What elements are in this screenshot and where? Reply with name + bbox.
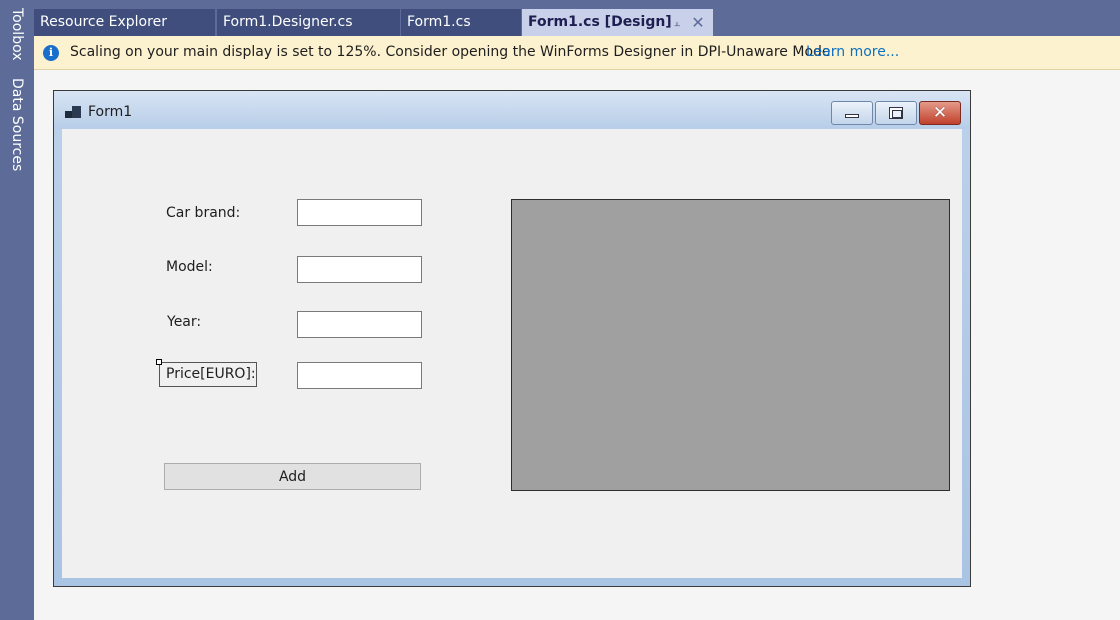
dpi-info-bar: i Scaling on your main display is set to… bbox=[34, 36, 1120, 70]
minimize-icon bbox=[845, 114, 859, 118]
info-message: Scaling on your main display is set to 1… bbox=[70, 44, 835, 60]
car-brand-label[interactable]: Car brand: bbox=[166, 205, 240, 221]
tab-form1-cs-design[interactable]: Form1.cs [Design] ⫠ ✕ bbox=[522, 9, 713, 36]
model-label[interactable]: Model: bbox=[166, 259, 213, 275]
close-icon[interactable]: ✕ bbox=[689, 9, 707, 36]
data-sources-tab[interactable]: Data Sources bbox=[3, 78, 31, 171]
form-title: Form1 bbox=[88, 104, 133, 120]
side-tool-strip: Toolbox Data Sources bbox=[0, 0, 34, 620]
tab-label: Form1.cs [Design] bbox=[528, 14, 672, 30]
car-brand-input[interactable] bbox=[297, 199, 422, 226]
model-input[interactable] bbox=[297, 256, 422, 283]
document-tab-strip: Resource Explorer Form1.Designer.cs Form… bbox=[34, 0, 1120, 36]
tab-resource-explorer[interactable]: Resource Explorer bbox=[34, 9, 215, 36]
tab-form1-cs[interactable]: Form1.cs bbox=[401, 9, 521, 36]
close-button[interactable]: ✕ bbox=[919, 101, 961, 125]
tab-label: Form1.cs bbox=[407, 14, 471, 30]
form-window[interactable]: Form1 ✕ Car brand: Model: Year: Price[EU… bbox=[53, 90, 971, 587]
add-button[interactable]: Add bbox=[164, 463, 421, 490]
year-label[interactable]: Year: bbox=[167, 314, 201, 330]
learn-more-link[interactable]: Learn more... bbox=[806, 44, 899, 60]
price-label[interactable]: Price[EURO]: bbox=[159, 362, 257, 387]
maximize-icon bbox=[889, 107, 903, 119]
tab-form1-designer-cs[interactable]: Form1.Designer.cs bbox=[217, 9, 400, 36]
minimize-button[interactable] bbox=[831, 101, 873, 125]
toolbox-tab[interactable]: Toolbox bbox=[3, 8, 31, 61]
form-title-bar: Form1 ✕ bbox=[54, 91, 970, 129]
close-icon: ✕ bbox=[932, 103, 948, 123]
tab-label: Form1.Designer.cs bbox=[223, 14, 353, 30]
pin-icon[interactable]: ⫠ bbox=[669, 9, 685, 36]
tab-label: Resource Explorer bbox=[40, 14, 167, 30]
picture-box[interactable] bbox=[511, 199, 950, 491]
maximize-button[interactable] bbox=[875, 101, 917, 125]
form-window-icon bbox=[65, 105, 83, 121]
info-icon: i bbox=[43, 45, 59, 61]
year-input[interactable] bbox=[297, 311, 422, 338]
form-client-area[interactable]: Car brand: Model: Year: Price[EURO]: Add bbox=[62, 129, 962, 578]
selection-handle[interactable] bbox=[156, 359, 162, 365]
price-input[interactable] bbox=[297, 362, 422, 389]
